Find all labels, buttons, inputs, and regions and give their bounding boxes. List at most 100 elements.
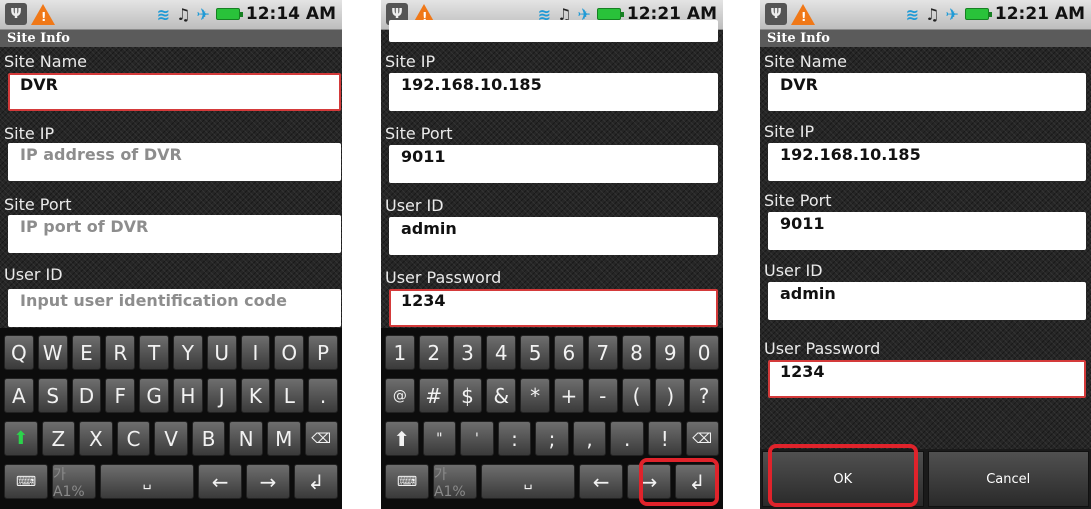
site-port-input[interactable]: 9011 (389, 145, 718, 183)
site-name-input[interactable]: DVR (768, 73, 1086, 111)
warning-icon (31, 3, 55, 25)
key-i[interactable]: I (240, 335, 271, 370)
user-id-input[interactable]: admin (389, 217, 718, 255)
cursor-right-key-icon[interactable]: → (627, 464, 672, 499)
status-bar: Ψ ≋ ♫ ✈ 12:21 AM (760, 0, 1091, 30)
user-password-input[interactable]: 1234 (389, 289, 718, 327)
status-bar: Ψ ≋ ♫ ✈ 12:14 AM (0, 0, 342, 30)
usb-icon: Ψ (5, 3, 27, 25)
key-s[interactable]: S (37, 378, 68, 413)
key-c[interactable]: C (116, 421, 151, 456)
site-ip-input[interactable]: IP address of DVR (8, 143, 341, 181)
key-plus[interactable]: + (553, 378, 584, 413)
key-semicolon[interactable]: ; (535, 421, 569, 456)
key-dollar[interactable]: $ (452, 378, 483, 413)
key-r[interactable]: R (105, 335, 136, 370)
key-single-quote[interactable]: ' (460, 421, 494, 456)
key-y[interactable]: Y (172, 335, 203, 370)
key-h[interactable]: H (172, 378, 203, 413)
key-a[interactable]: A (4, 378, 34, 413)
shift-key-icon[interactable]: ⬆ (4, 421, 38, 456)
cursor-left-key-icon[interactable]: ← (579, 464, 624, 499)
cancel-button[interactable]: Cancel (927, 451, 1089, 507)
site-port-label: Site Port (4, 195, 72, 214)
backspace-key-icon[interactable]: ⌫ (304, 421, 339, 456)
key-2[interactable]: 2 (418, 335, 449, 370)
key-at[interactable]: @ (385, 378, 415, 413)
key-k[interactable]: K (240, 378, 271, 413)
key-5[interactable]: 5 (520, 335, 550, 370)
user-id-input[interactable]: Input user identification code (8, 289, 341, 327)
language-key[interactable]: 가A1% (51, 464, 96, 500)
key-u[interactable]: U (206, 335, 237, 370)
key-7[interactable]: 7 (587, 335, 618, 370)
key-b[interactable]: B (191, 421, 226, 456)
key-question[interactable]: ? (689, 378, 719, 413)
key-exclamation[interactable]: ! (647, 421, 682, 456)
key-paren-close[interactable]: ) (655, 378, 686, 413)
key-3[interactable]: 3 (452, 335, 483, 370)
cursor-left-key-icon[interactable]: ← (198, 464, 243, 499)
language-key[interactable]: 가A1% (432, 464, 477, 500)
soft-keyboard: Q W E R T Y U I O P A S D F G H J K L . … (0, 328, 342, 509)
key-g[interactable]: G (139, 378, 169, 413)
space-key[interactable]: ␣ (99, 464, 195, 499)
enter-key-icon[interactable]: ↲ (675, 464, 719, 499)
site-ip-input[interactable]: 192.168.10.185 (768, 143, 1086, 181)
key-8[interactable]: 8 (621, 335, 652, 370)
key-ampersand[interactable]: & (486, 378, 517, 413)
key-m[interactable]: M (266, 421, 301, 456)
key-1[interactable]: 1 (385, 335, 415, 370)
site-port-label: Site Port (764, 191, 832, 210)
airplane-icon: ✈ (945, 4, 959, 24)
key-p[interactable]: P (308, 335, 338, 370)
enter-key-icon[interactable]: ↲ (294, 464, 338, 499)
key-d[interactable]: D (71, 378, 102, 413)
user-password-input[interactable]: 1234 (768, 360, 1086, 398)
keyboard-toggle-icon[interactable]: ⌨ (4, 464, 48, 499)
key-minus[interactable]: - (587, 378, 618, 413)
key-x[interactable]: X (79, 421, 113, 456)
cursor-right-key-icon[interactable]: → (246, 464, 291, 499)
battery-icon (596, 8, 624, 20)
site-name-input[interactable]: DVR (8, 73, 341, 111)
clock: 12:14 AM (245, 4, 336, 24)
site-ip-input[interactable]: 192.168.10.185 (389, 73, 718, 111)
key-q[interactable]: Q (4, 335, 34, 370)
ok-button[interactable]: OK (762, 451, 924, 507)
key-period[interactable]: . (610, 421, 644, 456)
key-6[interactable]: 6 (553, 335, 584, 370)
key-paren-open[interactable]: ( (621, 378, 652, 413)
key-4[interactable]: 4 (486, 335, 517, 370)
key-double-quote[interactable]: " (422, 421, 457, 456)
site-port-input[interactable]: 9011 (768, 212, 1086, 250)
key-0[interactable]: 0 (689, 335, 719, 370)
key-v[interactable]: V (154, 421, 188, 456)
warning-icon (791, 3, 815, 25)
key-o[interactable]: O (274, 335, 305, 370)
backspace-key-icon[interactable]: ⌫ (685, 421, 720, 456)
key-e[interactable]: E (71, 335, 102, 370)
user-id-input[interactable]: admin (768, 282, 1086, 320)
key-comma[interactable]: , (572, 421, 607, 456)
shift-key-icon[interactable]: ⬆ (385, 421, 419, 456)
site-name-input-scrolled[interactable] (389, 20, 718, 42)
key-9[interactable]: 9 (655, 335, 686, 370)
site-ip-label: Site IP (4, 124, 55, 143)
user-id-label: User ID (4, 265, 63, 284)
key-t[interactable]: T (139, 335, 169, 370)
keyboard-toggle-icon[interactable]: ⌨ (385, 464, 429, 499)
key-z[interactable]: Z (41, 421, 76, 456)
key-colon[interactable]: : (497, 421, 532, 456)
space-key[interactable]: ␣ (480, 464, 576, 499)
key-n[interactable]: N (229, 421, 263, 456)
key-hash[interactable]: # (418, 378, 449, 413)
key-j[interactable]: J (206, 378, 237, 413)
key-w[interactable]: W (37, 335, 68, 370)
site-port-input[interactable]: IP port of DVR (8, 215, 341, 253)
key-l[interactable]: L (274, 378, 305, 413)
key-f[interactable]: F (105, 378, 136, 413)
site-ip-label: Site IP (764, 122, 815, 141)
key-period[interactable]: . (308, 378, 338, 413)
key-asterisk[interactable]: * (520, 378, 550, 413)
